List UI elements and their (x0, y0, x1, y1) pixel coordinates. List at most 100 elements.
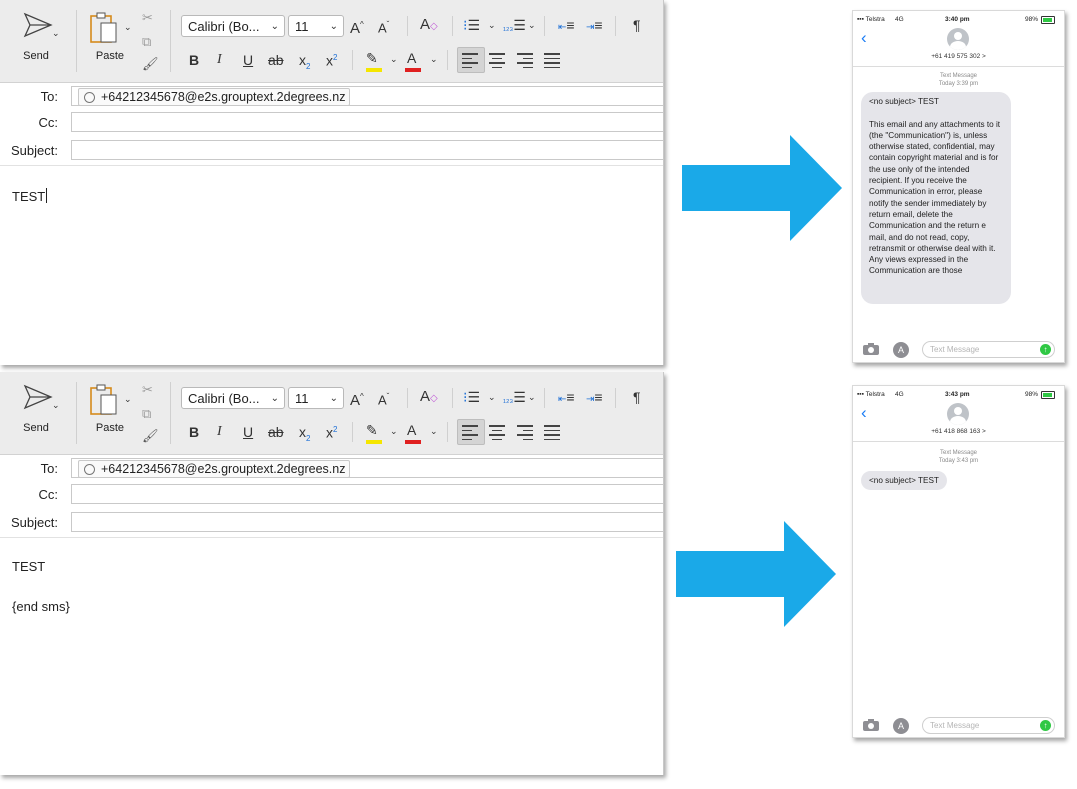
pilcrow-icon[interactable]: ¶ (633, 387, 641, 407)
subscript-icon[interactable]: x2 (299, 50, 310, 77)
superscript-icon[interactable]: x2 (326, 48, 337, 71)
numbering-icon[interactable]: ₁₂₃☰ (503, 15, 526, 37)
cut-icon[interactable]: ✂ (142, 10, 153, 26)
strikethrough-icon[interactable]: ab (268, 422, 284, 442)
grow-font-icon[interactable]: A^ (350, 15, 364, 39)
format-painter-icon[interactable]: 🖌 (142, 428, 159, 444)
cut-icon[interactable]: ✂ (142, 382, 153, 398)
strikethrough-icon[interactable]: ab (268, 50, 284, 70)
chevron-down-icon[interactable]: ⌄ (430, 54, 438, 65)
recipient-status-icon (84, 464, 95, 475)
highlight-color-swatch (366, 440, 382, 444)
to-field[interactable]: +64212345678@e2s.grouptext.2degrees.nz (71, 86, 663, 106)
increase-indent-icon[interactable]: ⇥≡ (586, 387, 603, 410)
contact-number[interactable]: +61 419 575 302 > (853, 53, 1064, 60)
align-center-icon[interactable] (489, 425, 505, 443)
contact-avatar[interactable] (947, 28, 969, 50)
font-size-select[interactable]: 11 ⌄ (288, 387, 344, 409)
divider (615, 388, 616, 408)
copy-icon[interactable]: ⧉ (142, 406, 151, 422)
font-name-select[interactable]: Calibri (Bo... ⌄ (181, 15, 285, 37)
increase-indent-icon[interactable]: ⇥≡ (586, 15, 603, 38)
body-line: TEST (12, 559, 46, 574)
clear-formatting-icon[interactable]: A◇ (420, 15, 438, 37)
message-meta: Text Message Today 3:39 pm (853, 72, 1064, 88)
camera-icon[interactable] (863, 719, 879, 731)
shrink-font-icon[interactable]: Aˇ (378, 15, 389, 38)
subject-field[interactable] (71, 140, 663, 160)
cc-field[interactable] (71, 112, 663, 132)
justify-icon[interactable] (544, 53, 560, 71)
underline-icon[interactable]: U (243, 50, 253, 70)
compose-bar: A Text Message ↑ (853, 714, 1064, 737)
send-arrow-icon[interactable]: ↑ (1040, 720, 1051, 731)
decrease-indent-icon[interactable]: ⇤≡ (558, 387, 575, 410)
contact-avatar[interactable] (947, 403, 969, 425)
subscript-icon[interactable]: x2 (299, 422, 310, 449)
subject-field[interactable] (71, 512, 663, 532)
to-field[interactable]: +64212345678@e2s.grouptext.2degrees.nz (71, 458, 663, 478)
paste-options-chevron-icon[interactable]: ⌄ (124, 22, 132, 33)
align-right-icon[interactable] (517, 53, 533, 71)
underline-icon[interactable]: U (243, 422, 253, 442)
format-painter-icon[interactable]: 🖌 (142, 56, 159, 72)
message-input[interactable]: Text Message ↑ (922, 717, 1055, 734)
highlight-icon[interactable]: ✎ (366, 48, 378, 68)
clear-formatting-icon[interactable]: A◇ (420, 387, 438, 409)
chevron-down-icon[interactable]: ⌄ (390, 54, 398, 65)
chevron-down-icon[interactable]: ⌄ (528, 20, 536, 31)
chevron-down-icon[interactable]: ⌄ (430, 426, 438, 437)
recipient-chip[interactable]: +64212345678@e2s.grouptext.2degrees.nz (78, 88, 351, 106)
cc-field[interactable] (71, 484, 663, 504)
chevron-down-icon[interactable]: ⌄ (488, 20, 496, 31)
camera-icon[interactable] (863, 343, 879, 355)
highlight-color-swatch (366, 68, 382, 72)
send-options-chevron-icon[interactable]: ⌄ (52, 28, 60, 39)
back-chevron-icon[interactable]: ‹ (861, 403, 867, 423)
paste-button[interactable]: Paste (84, 380, 136, 446)
bullets-icon[interactable]: ⁝☰ (463, 15, 480, 35)
font-name-select[interactable]: Calibri (Bo... ⌄ (181, 387, 285, 409)
back-chevron-icon[interactable]: ‹ (861, 28, 867, 48)
font-color-icon[interactable]: A (407, 48, 416, 68)
paste-options-chevron-icon[interactable]: ⌄ (124, 394, 132, 405)
copy-icon[interactable]: ⧉ (142, 34, 151, 50)
recipient-chip[interactable]: +64212345678@e2s.grouptext.2degrees.nz (78, 460, 351, 478)
message-input[interactable]: Text Message ↑ (922, 341, 1055, 358)
message-body[interactable]: TEST {end sms} (0, 540, 663, 775)
grow-font-icon[interactable]: A^ (350, 387, 364, 411)
send-options-chevron-icon[interactable]: ⌄ (52, 400, 60, 411)
ribbon-toolbar: Send ⌄ Paste ⌄ ✂ ⧉ 🖌 Calibri (Bo... ⌄ 11… (0, 372, 663, 455)
divider (170, 382, 171, 444)
paste-button[interactable]: Paste (84, 8, 136, 74)
chevron-down-icon[interactable]: ⌄ (488, 392, 496, 403)
clock: 3:40 pm (945, 16, 970, 23)
chevron-down-icon[interactable]: ⌄ (528, 392, 536, 403)
message-body[interactable]: TEST (0, 170, 663, 365)
app-store-icon[interactable]: A (893, 342, 909, 358)
justify-icon[interactable] (544, 425, 560, 443)
contact-number[interactable]: +61 418 868 163 > (853, 428, 1064, 435)
send-button[interactable]: Send (8, 10, 68, 70)
highlight-icon[interactable]: ✎ (366, 420, 378, 440)
battery-icon (1041, 16, 1055, 24)
italic-icon[interactable]: I (217, 422, 222, 442)
italic-icon[interactable]: I (217, 50, 222, 70)
app-store-icon[interactable]: A (893, 718, 909, 734)
superscript-icon[interactable]: x2 (326, 420, 337, 443)
bullets-icon[interactable]: ⁝☰ (463, 387, 480, 407)
divider (544, 16, 545, 36)
chevron-down-icon[interactable]: ⌄ (390, 426, 398, 437)
pilcrow-icon[interactable]: ¶ (633, 15, 641, 35)
font-color-icon[interactable]: A (407, 420, 416, 440)
shrink-font-icon[interactable]: Aˇ (378, 387, 389, 410)
bold-icon[interactable]: B (189, 422, 199, 442)
decrease-indent-icon[interactable]: ⇤≡ (558, 15, 575, 38)
send-button[interactable]: Send (8, 382, 68, 442)
font-size-select[interactable]: 11 ⌄ (288, 15, 344, 37)
align-right-icon[interactable] (517, 425, 533, 443)
bold-icon[interactable]: B (189, 50, 199, 70)
numbering-icon[interactable]: ₁₂₃☰ (503, 387, 526, 409)
align-center-icon[interactable] (489, 53, 505, 71)
send-arrow-icon[interactable]: ↑ (1040, 344, 1051, 355)
